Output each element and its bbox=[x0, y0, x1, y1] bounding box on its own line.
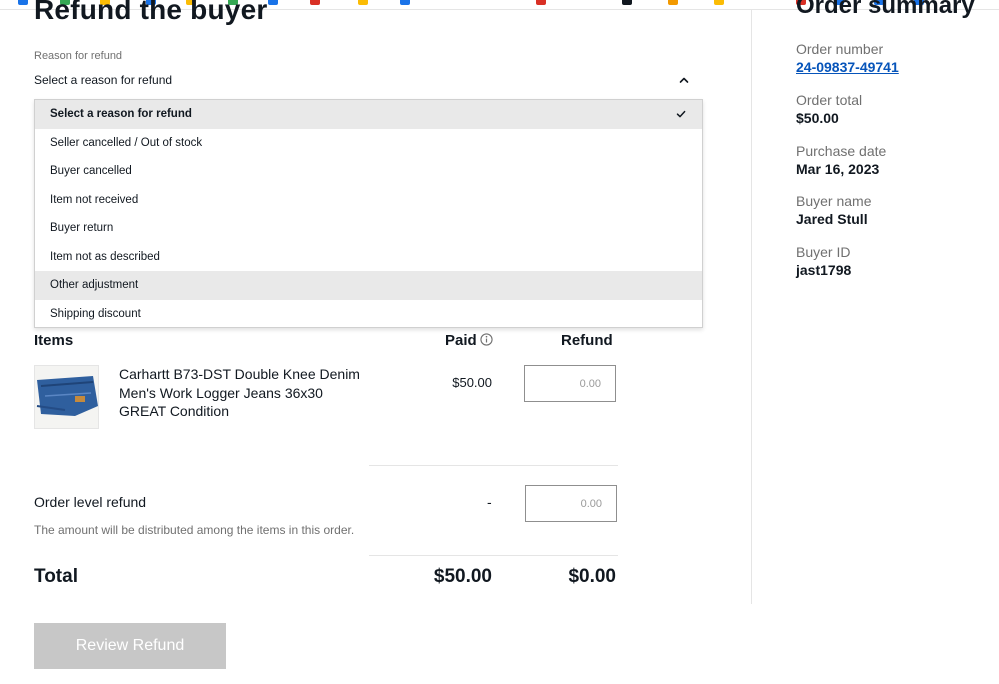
reason-option-label: Buyer cancelled bbox=[50, 165, 132, 177]
reason-option[interactable]: Item not received bbox=[35, 186, 702, 215]
row-divider bbox=[369, 465, 618, 466]
buyer-name-label: Buyer name bbox=[796, 193, 872, 209]
review-refund-button[interactable]: Review Refund bbox=[34, 623, 226, 669]
order-total-label: Order total bbox=[796, 92, 863, 108]
item-thumbnail[interactable] bbox=[34, 365, 99, 429]
reason-option-label: Buyer return bbox=[50, 222, 114, 234]
reason-option-label: Item not as described bbox=[50, 250, 160, 263]
reason-option[interactable]: Select a reason for refund bbox=[35, 100, 702, 129]
column-divider bbox=[751, 10, 752, 604]
purchase-date-value: Mar 16, 2023 bbox=[796, 161, 880, 177]
bookmark-favicon[interactable] bbox=[18, 0, 28, 5]
jeans-image bbox=[35, 366, 98, 428]
order-level-refund-input[interactable] bbox=[525, 485, 617, 522]
reason-select-value: Select a reason for refund bbox=[34, 73, 173, 87]
bookmark-favicon[interactable] bbox=[310, 0, 320, 5]
order-level-paid: - bbox=[487, 494, 492, 510]
items-column-header: Items bbox=[34, 332, 74, 349]
reason-option[interactable]: Seller cancelled / Out of stock bbox=[35, 129, 702, 158]
order-total-value: $50.00 bbox=[796, 110, 839, 126]
chevron-up-icon bbox=[679, 77, 689, 83]
refund-column-header: Refund bbox=[561, 332, 613, 349]
reason-label: Reason for refund bbox=[34, 50, 123, 62]
total-label: Total bbox=[34, 566, 78, 587]
buyer-name-value: Jared Stull bbox=[796, 211, 868, 227]
reason-option-label: Item not received bbox=[50, 193, 139, 206]
reason-option-label: Seller cancelled / Out of stock bbox=[50, 136, 203, 149]
row-divider bbox=[369, 555, 618, 556]
reason-option[interactable]: Buyer return bbox=[35, 214, 702, 243]
bookmark-favicon[interactable] bbox=[400, 0, 410, 5]
reason-option[interactable]: Item not as described bbox=[35, 243, 702, 272]
buyer-id-value: jast1798 bbox=[796, 262, 852, 278]
bookmark-favicon[interactable] bbox=[268, 0, 278, 5]
info-icon[interactable] bbox=[480, 333, 493, 346]
item-refund-input[interactable] bbox=[524, 365, 616, 402]
total-refund-amount: $0.00 bbox=[568, 566, 616, 587]
order-level-refund-label: Order level refund bbox=[34, 494, 147, 510]
paid-column-label: Paid bbox=[445, 332, 477, 349]
bookmark-favicon[interactable] bbox=[536, 0, 546, 5]
check-icon bbox=[676, 110, 686, 118]
reason-option[interactable]: Shipping discount bbox=[35, 300, 702, 329]
item-title[interactable]: Carhartt B73-DST Double Knee Denim Men's… bbox=[119, 365, 369, 421]
bookmark-favicon[interactable] bbox=[668, 0, 678, 5]
purchase-date-label: Purchase date bbox=[796, 143, 887, 159]
reason-option[interactable]: Other adjustment bbox=[35, 271, 702, 300]
bookmark-favicon[interactable] bbox=[358, 0, 368, 5]
buyer-id-label: Buyer ID bbox=[796, 244, 851, 260]
order-summary-title: Order summary bbox=[796, 0, 975, 19]
reason-option-label: Select a reason for refund bbox=[50, 108, 192, 120]
bookmark-favicon[interactable] bbox=[714, 0, 724, 5]
reason-select[interactable]: Select a reason for refund bbox=[34, 66, 703, 100]
reason-dropdown-list: Select a reason for refund Seller cancel… bbox=[34, 99, 703, 328]
order-number-link[interactable]: 24-09837-49741 bbox=[796, 59, 899, 75]
page-title: Refund the buyer bbox=[34, 0, 268, 25]
item-paid-amount: $50.00 bbox=[452, 375, 492, 390]
reason-option-label: Shipping discount bbox=[50, 307, 141, 320]
order-number-label: Order number bbox=[796, 41, 884, 57]
reason-option-label: Other adjustment bbox=[50, 279, 139, 291]
order-level-refund-note: The amount will be distributed among the… bbox=[34, 523, 355, 537]
paid-column-header: Paid bbox=[445, 332, 493, 349]
bookmark-favicon[interactable] bbox=[622, 0, 632, 5]
reason-option[interactable]: Buyer cancelled bbox=[35, 157, 702, 186]
total-paid-amount: $50.00 bbox=[433, 566, 492, 587]
